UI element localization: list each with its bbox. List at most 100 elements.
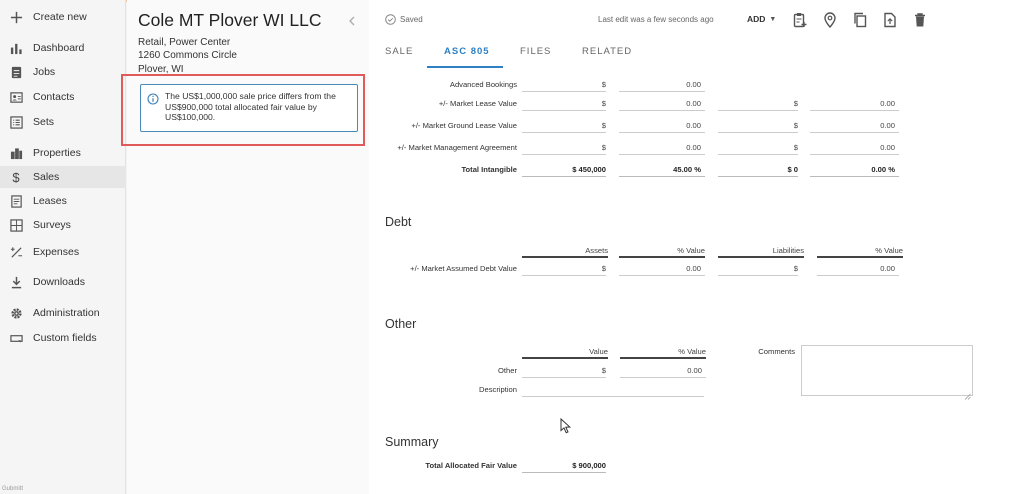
asset-value-field[interactable]: $ [522, 121, 606, 133]
sidebar-item-downloads[interactable]: Downloads [0, 271, 126, 293]
contact-card-icon [9, 90, 23, 104]
sidebar-item-label: Surveys [33, 219, 71, 231]
sidebar-item-label: Custom fields [33, 332, 97, 344]
total-intangible-liabilities-percent: 0.00 % [810, 165, 899, 177]
row-label: Advanced Bookings [449, 80, 517, 89]
sidebar-footer-text: Gubmitt [2, 486, 24, 492]
page-title: Cole MT Plover WI LLC [138, 10, 322, 30]
debt-section-title: Debt [385, 215, 412, 229]
sidebar-item-custom-fields[interactable]: Custom fields [0, 327, 126, 349]
sidebar-item-label: Create new [33, 11, 87, 23]
summary-section-title: Summary [385, 435, 439, 449]
sidebar-item-sales[interactable]: $ Sales [0, 166, 126, 188]
copy-icon[interactable] [853, 12, 867, 28]
allocation-warning-alert: The US$1,000,000 sale price differs from… [140, 84, 358, 132]
liability-value-field[interactable]: $ [718, 99, 798, 111]
file-export-icon[interactable] [883, 12, 897, 28]
asset-percent-field[interactable]: 0.00 [619, 80, 705, 92]
column-header-value: Value [522, 347, 608, 359]
trash-icon[interactable] [913, 12, 927, 28]
dollar-icon: $ [12, 169, 20, 185]
sidebar-item-surveys[interactable]: Surveys [0, 214, 126, 236]
add-button-label: ADD [747, 14, 766, 24]
check-circle-icon [385, 14, 396, 25]
sidebar-item-properties[interactable]: Properties [0, 142, 126, 164]
column-header-percent: % Value [620, 347, 706, 359]
chevron-left-icon[interactable] [347, 14, 357, 26]
sidebar: Create new Dashboard Jobs Contacts Sets … [0, 0, 126, 494]
tab-files[interactable]: FILES [520, 46, 551, 57]
sidebar-item-label: Jobs [33, 66, 56, 78]
debt-asset-percent-field[interactable]: 0.00 [619, 264, 705, 276]
mouse-cursor-icon [560, 418, 572, 434]
tab-related[interactable]: RELATED [582, 46, 632, 57]
bar-chart-icon [9, 41, 23, 55]
debt-liability-percent-field[interactable]: 0.00 [817, 264, 899, 276]
sidebar-item-label: Sales [33, 171, 60, 183]
resize-grip-icon[interactable] [964, 387, 971, 400]
total-intangible-assets: $ 450,000 [522, 165, 606, 177]
sidebar-item-dashboard[interactable]: Dashboard [0, 37, 126, 59]
row-label: +/- Market Assumed Debt Value [410, 264, 517, 273]
column-header-liabilities-percent: % Value [817, 246, 903, 258]
other-percent-field[interactable]: 0.00 [620, 366, 706, 378]
column-header-assets: Assets [522, 246, 608, 258]
comments-textarea[interactable] [801, 345, 973, 400]
gear-icon [9, 306, 23, 320]
column-header-assets-percent: % Value [619, 246, 705, 258]
sidebar-item-create-new[interactable]: Create new [0, 6, 126, 28]
sidebar-item-expenses[interactable]: Expenses [0, 241, 126, 263]
sidebar-item-label: Dashboard [33, 42, 85, 54]
sidebar-item-label: Sets [33, 116, 55, 128]
saved-status: Saved [385, 14, 423, 25]
total-intangible-assets-percent: 45.00 % [619, 165, 705, 177]
description-label: Description [479, 385, 517, 394]
debt-asset-value-field[interactable]: $ [522, 264, 606, 276]
property-address: 1260 Commons Circle [138, 50, 237, 61]
property-type: Retail, Power Center [138, 37, 231, 48]
debt-liability-value-field[interactable]: $ [718, 264, 798, 276]
row-label: +/- Market Lease Value [438, 99, 517, 108]
total-intangible-liabilities: $ 0 [718, 165, 798, 177]
alert-message: The US$1,000,000 sale price differs from… [165, 91, 336, 123]
other-section-title: Other [385, 317, 417, 331]
total-allocated-fair-value: $ 900,000 [522, 461, 606, 473]
asset-value-field[interactable]: $ [522, 80, 606, 92]
asset-percent-field[interactable]: 0.00 [619, 99, 705, 111]
clipboard-add-icon[interactable] [793, 12, 807, 28]
asset-value-field[interactable]: $ [522, 143, 606, 155]
sidebar-item-contacts[interactable]: Contacts [0, 86, 126, 108]
sidebar-item-administration[interactable]: Administration [0, 302, 126, 324]
building-icon [9, 146, 23, 160]
add-button[interactable]: ADD ▼ [747, 14, 776, 24]
document-icon [9, 194, 23, 208]
active-tab-indicator [427, 66, 503, 68]
asset-percent-field[interactable]: 0.00 [619, 143, 705, 155]
grid-icon [9, 218, 23, 232]
asset-percent-field[interactable]: 0.00 [619, 121, 705, 133]
other-value-field[interactable]: $ [522, 366, 606, 378]
percent-icon [9, 245, 23, 259]
liability-value-field[interactable]: $ [718, 121, 798, 133]
tab-asc-805[interactable]: ASC 805 [444, 46, 490, 57]
list-icon [9, 115, 23, 129]
liability-value-field[interactable]: $ [718, 143, 798, 155]
property-panel: Cole MT Plover WI LLC Retail, Power Cent… [121, 0, 369, 494]
sidebar-item-label: Leases [33, 195, 67, 207]
description-input[interactable] [522, 385, 704, 397]
sidebar-item-leases[interactable]: Leases [0, 190, 126, 212]
sidebar-item-sets[interactable]: Sets [0, 111, 126, 133]
sidebar-item-label: Administration [33, 307, 100, 319]
liability-percent-field[interactable]: 0.00 [810, 121, 899, 133]
liability-percent-field[interactable]: 0.00 [810, 143, 899, 155]
sidebar-item-label: Expenses [33, 246, 80, 258]
asset-value-field[interactable]: $ [522, 99, 606, 111]
sidebar-item-jobs[interactable]: Jobs [0, 61, 126, 83]
download-icon [9, 275, 23, 289]
caret-down-icon: ▼ [769, 15, 777, 23]
tab-sale[interactable]: SALE [385, 46, 413, 57]
map-pin-icon[interactable] [823, 12, 837, 29]
liability-percent-field[interactable]: 0.00 [810, 99, 899, 111]
row-label: +/- Market Ground Lease Value [411, 121, 517, 130]
plus-icon [9, 10, 23, 24]
